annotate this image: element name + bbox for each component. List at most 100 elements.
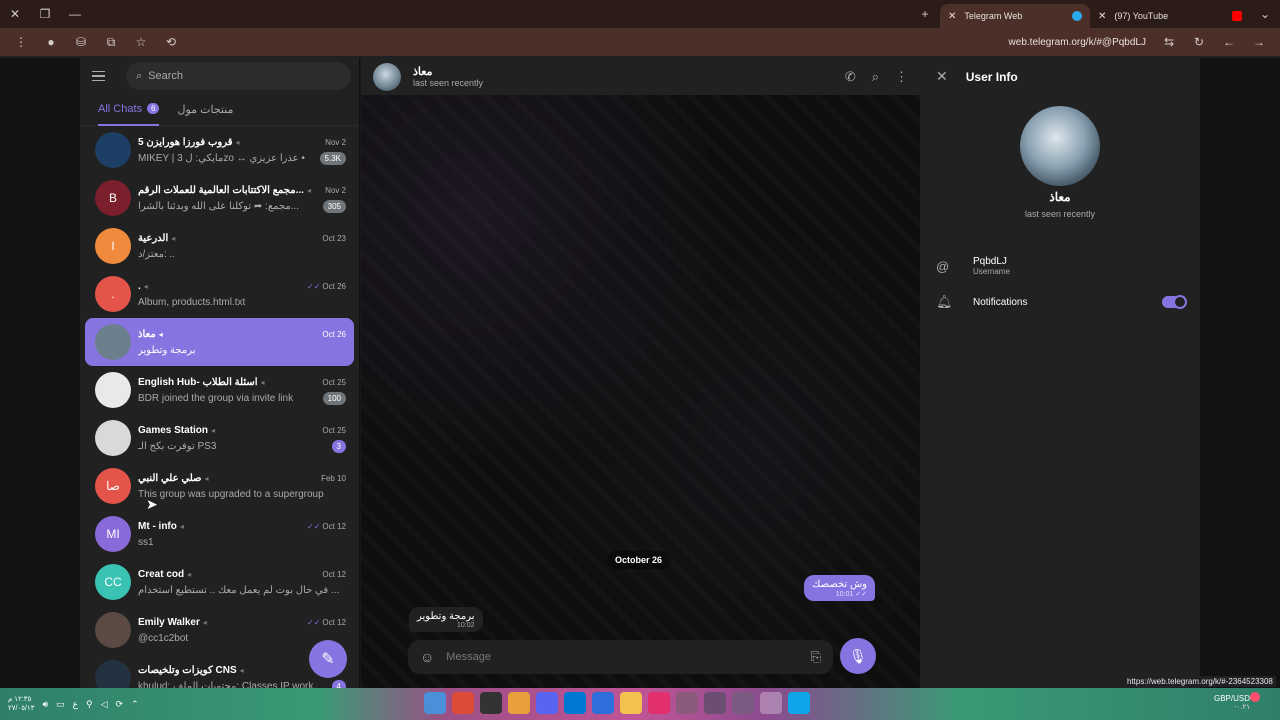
chat-list-item[interactable]: MI Mt - info ◂ ✓✓ Oct 12 ss1 — [85, 510, 354, 558]
app-icon[interactable] — [648, 692, 670, 714]
url-text[interactable]: web.telegram.org/k/#@PqbdLJ — [1009, 37, 1154, 48]
tab-close-icon[interactable]: ✕ — [948, 11, 956, 22]
username-label: Username — [973, 267, 1010, 276]
pinned-apps — [424, 692, 810, 714]
header-actions: ✆ ⌕ ⋮ — [845, 69, 908, 85]
youtube-favicon-icon — [1232, 11, 1242, 21]
conversation-title[interactable]: معاذ last seen recently — [413, 65, 483, 88]
chat-list-item[interactable]: Games Station ◂ Oct 25 توفرت بكج الـ PS3 3 — [85, 414, 354, 462]
share-icon[interactable]: ⧉ — [96, 28, 126, 56]
phone-icon[interactable]: ✆ — [845, 69, 856, 85]
extensions-icon[interactable]: ⛁ — [66, 28, 96, 56]
discord-icon[interactable] — [536, 692, 558, 714]
chat-list-item[interactable]: English Hub- اسئلة الطلاب ◂ Oct 25 BDR join… — [85, 366, 354, 414]
menu-dots-icon[interactable]: ⋮ — [6, 28, 36, 56]
search-icon[interactable]: ⌕ — [872, 69, 879, 85]
chrome-icon[interactable] — [452, 692, 474, 714]
speaker-tray-icon[interactable]: ◁ — [101, 699, 108, 710]
chevron-up-icon[interactable]: ⌃ — [131, 699, 139, 710]
restore-window-icon[interactable]: ❐ — [30, 0, 60, 28]
message-time: 10:02 — [457, 622, 475, 629]
bell-icon: 🔔︎ — [936, 294, 953, 309]
contact-name: معاذ — [413, 66, 433, 78]
chat-name: . — [138, 280, 141, 292]
keyboard-language[interactable]: ع — [73, 699, 78, 710]
chat-name: Mt - info — [138, 520, 177, 532]
tab-search-icon[interactable]: ⌄ — [1250, 0, 1280, 28]
telegram-favicon-icon — [1072, 11, 1082, 21]
bookmark-star-icon[interactable]: ☆ — [126, 28, 156, 56]
voice-record-button[interactable]: 🎙 — [840, 638, 876, 674]
new-message-button[interactable]: ✎ — [309, 640, 347, 678]
tab-products-mall[interactable]: منتجات مول — [177, 94, 233, 126]
site-settings-icon[interactable]: ⇆ — [1154, 28, 1184, 56]
chat-preview: مجمع: ➦ توكلنا على الله وبدئنا بالشرا... — [138, 200, 300, 212]
app-icon[interactable] — [508, 692, 530, 714]
message-input[interactable]: Message — [446, 651, 810, 663]
close-icon[interactable]: ✕ — [936, 68, 948, 85]
file-explorer-icon[interactable] — [620, 692, 642, 714]
message-bubble-outgoing[interactable]: وش تخصصك 10:01 ✓✓ — [804, 575, 875, 601]
minimize-window-icon[interactable]: — — [60, 0, 90, 28]
chat-list-item[interactable]: صا صلي علي النبي ◂ Feb 10 This group was upg… — [85, 462, 354, 510]
clock-date: ٢٧/٠٥/١٣ — [8, 705, 35, 712]
sync-icon[interactable]: ⟳ — [116, 699, 124, 710]
volume-icon[interactable]: 🔊︎ — [42, 699, 48, 710]
chat-list-item[interactable]: B مجمع الاكتتابات العالمية للعملات الرقم.… — [85, 174, 354, 222]
tab-all-chats[interactable]: All Chats 6 — [98, 94, 160, 126]
stock-widget[interactable]: GBP/USD -٠.٢١ — [1214, 694, 1250, 711]
notifications-row[interactable]: 🔔︎ Notifications — [936, 294, 1187, 310]
chat-date: Oct 25 — [322, 377, 346, 387]
chat-name: English Hub- اسئلة الطلاب — [138, 376, 258, 388]
avatar[interactable] — [373, 62, 401, 91]
chat-list-item[interactable]: .. ◂ ✓✓ Oct 26 Album, products.html.txt — [85, 270, 354, 318]
back-icon[interactable]: → — [1244, 28, 1274, 56]
muted-icon: ◂ — [187, 569, 192, 579]
app-icon[interactable] — [480, 692, 502, 714]
emoji-icon[interactable]: ☺ — [420, 649, 434, 665]
search-icon[interactable] — [760, 692, 782, 714]
message-bubble-incoming[interactable]: برمجة وتطوير 10:02 — [409, 607, 483, 632]
tab-close-icon[interactable]: ✕ — [1098, 11, 1106, 22]
attach-icon[interactable]: ⎘ — [811, 649, 821, 665]
close-window-icon[interactable]: ✕ — [0, 0, 30, 28]
store-icon[interactable] — [592, 692, 614, 714]
tab-sync-icon[interactable]: ⟲ — [156, 28, 186, 56]
chat-list-item[interactable]: CC Creat cod ◂ Oct 12 في حال بوت لم يعمل معك… — [85, 558, 354, 606]
chat-date: Oct 23 — [322, 233, 346, 243]
clock[interactable]: ١٢:٣٥ م ٢٧/٠٥/١٣ — [8, 695, 34, 713]
username-row[interactable]: @ PqbdLJ Username — [936, 256, 1186, 276]
forward-icon[interactable]: ← — [1214, 28, 1244, 56]
app-icon[interactable] — [676, 692, 698, 714]
app-icon[interactable] — [704, 692, 726, 714]
profile-avatar[interactable] — [1020, 106, 1100, 186]
muted-icon: ◂ — [306, 185, 311, 195]
chat-list-item[interactable]: قروب فورزا هورايزن 5 ◂ Nov 2 MIKEY | مايكي:… — [85, 126, 354, 174]
new-tab-icon[interactable]: + — [910, 0, 940, 28]
profile-icon[interactable]: ● — [36, 28, 66, 56]
outlook-icon[interactable] — [564, 692, 586, 714]
avatar — [95, 324, 131, 360]
notifications-toggle[interactable] — [1162, 295, 1187, 309]
chat-list-item[interactable]: I الدرعية ◂ Oct 23 معتز/د: .. — [85, 222, 354, 270]
search-input[interactable]: ⌕ Search — [126, 62, 351, 90]
message-composer[interactable]: ☺ Message ⎘ — [408, 640, 833, 674]
page-margin-right — [1200, 58, 1280, 688]
more-options-icon[interactable]: ⋮ — [895, 69, 908, 85]
notification-badge[interactable] — [1250, 692, 1260, 702]
reload-icon[interactable]: ↻ — [1184, 28, 1214, 56]
app-icon[interactable] — [732, 692, 754, 714]
tab-telegram[interactable]: ✕ Telegram Web — [940, 4, 1090, 28]
tab-title: Telegram Web — [964, 11, 1023, 21]
system-tray: ١٢:٣٥ م ٢٧/٠٥/١٣ 🔊︎ ▭ ع ⚲ ◁ ⟳ ⌃ — [0, 695, 139, 713]
tab-youtube[interactable]: ✕ (97) YouTube — [1090, 4, 1250, 28]
app-icon[interactable] — [424, 692, 446, 714]
network-icon[interactable]: ▭ — [56, 699, 65, 710]
chat-list-item[interactable]: معاذ ◂ Oct 26 برمجة وتطوير — [85, 318, 354, 366]
hamburger-menu-icon[interactable] — [92, 64, 116, 88]
contact-status: last seen recently — [413, 78, 484, 88]
user-info-header: ✕ User Info — [920, 58, 1200, 95]
start-icon[interactable] — [788, 692, 810, 714]
profile-status: last seen recently — [1024, 209, 1096, 219]
microphone-tray-icon[interactable]: ⚲ — [86, 699, 93, 710]
